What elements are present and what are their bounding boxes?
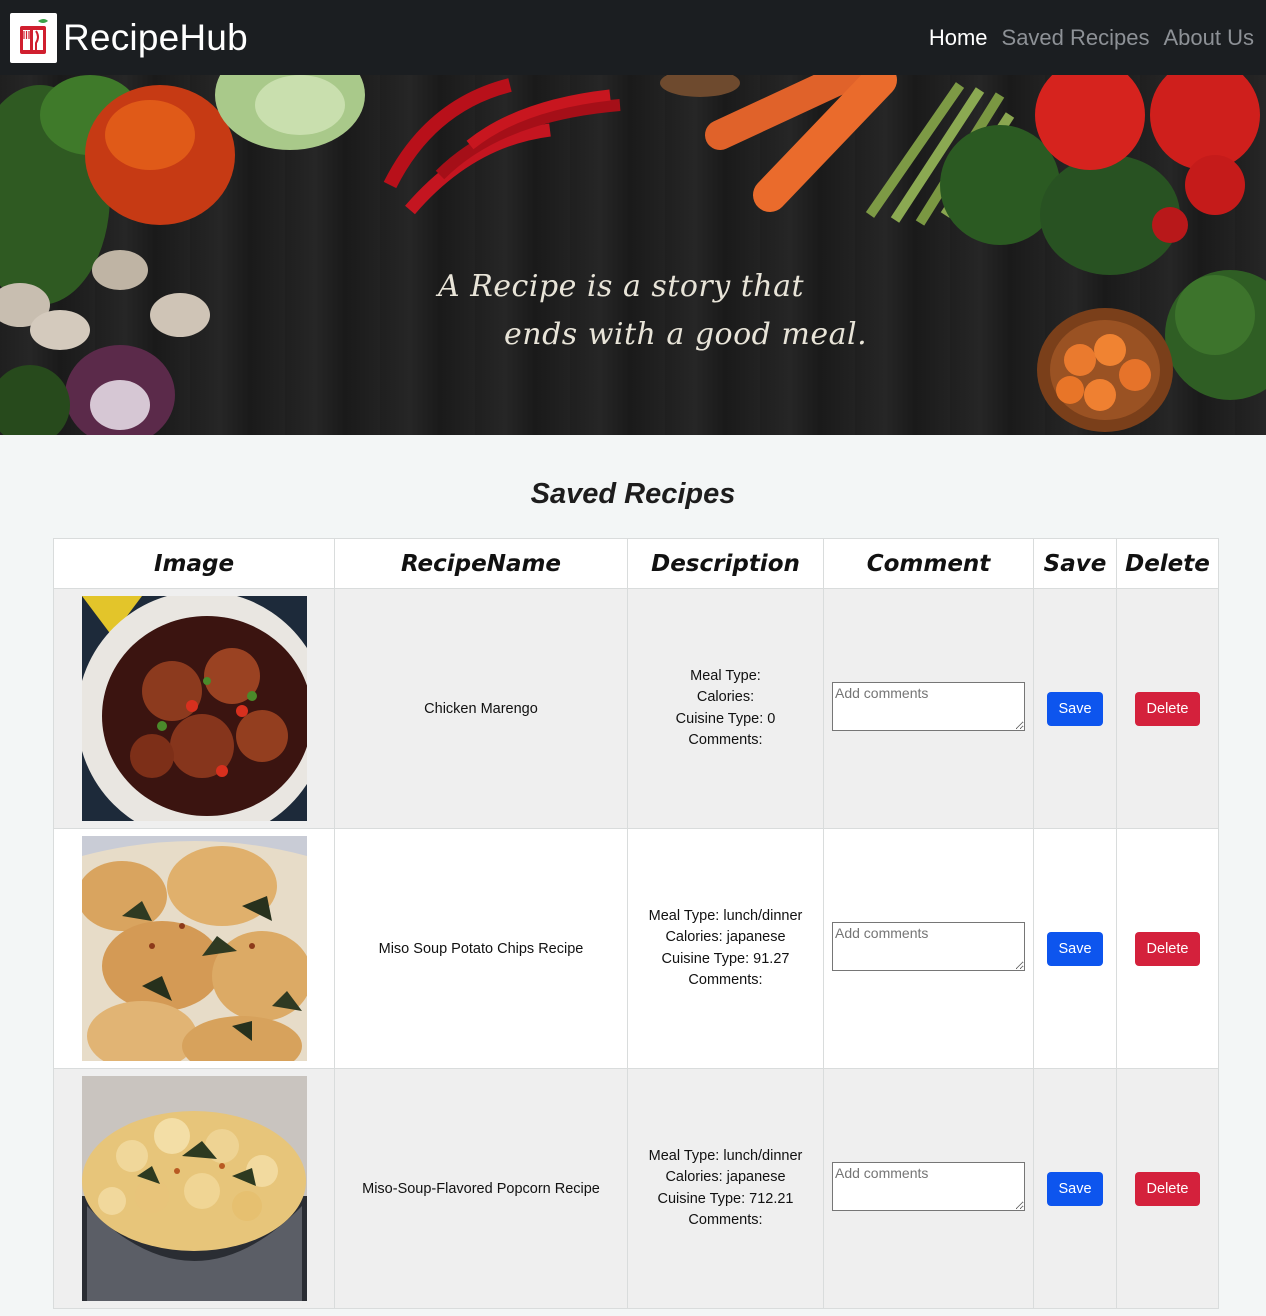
delete-cell: Delete [1116, 828, 1219, 1069]
save-cell: Save [1033, 588, 1117, 829]
saved-recipes-table-wrap: Image RecipeName Description Comment Sav… [53, 538, 1219, 1309]
calories-text: Calories: japanese [665, 929, 786, 945]
calories-text: Calories: [696, 689, 755, 705]
description-cell: Meal Type: lunch/dinner Calories: japane… [627, 1068, 824, 1309]
nav-links: Home Saved Recipes About Us [929, 25, 1254, 51]
delete-button[interactable]: Delete [1135, 1171, 1200, 1206]
comment-textarea[interactable] [832, 682, 1025, 731]
recipe-name-cell: Chicken Marengo [334, 588, 628, 829]
table-row: Miso Soup Potato Chips Recipe Meal Type:… [53, 828, 1219, 1069]
recipe-name-cell: Miso Soup Potato Chips Recipe [334, 828, 628, 1069]
hero-banner: A Recipe is a story that ends with a goo… [0, 75, 1266, 435]
save-cell: Save [1033, 828, 1117, 1069]
saved-recipes-table: Image RecipeName Description Comment Sav… [53, 538, 1219, 1309]
save-button[interactable]: Save [1047, 931, 1103, 966]
save-cell: Save [1033, 1068, 1117, 1309]
header-comment: Comment [823, 538, 1034, 589]
miso-potato-chips-image [81, 836, 307, 1061]
comments-text: Comments: [688, 732, 763, 748]
comment-cell [823, 828, 1034, 1069]
comments-text: Comments: [688, 972, 763, 988]
delete-button[interactable]: Delete [1135, 931, 1200, 966]
header-delete: Delete [1116, 538, 1219, 589]
image-cell [53, 1068, 335, 1309]
cuisine-type-text: Cuisine Type: 0 [675, 710, 776, 727]
save-button[interactable]: Save [1047, 1171, 1103, 1206]
brand[interactable]: RecipeHub [10, 12, 248, 63]
hero-quote-line-1: A Recipe is a story that [438, 269, 805, 304]
header-description: Description [627, 538, 824, 589]
comment-cell [823, 1068, 1034, 1309]
table-row: Miso-Soup-Flavored Popcorn Recipe Meal T… [53, 1068, 1219, 1309]
table-header-row: Image RecipeName Description Comment Sav… [53, 538, 1219, 589]
hero-vegetables-image [0, 75, 1266, 435]
comment-cell [823, 588, 1034, 829]
navbar: RecipeHub Home Saved Recipes About Us [0, 0, 1266, 75]
nav-link-home[interactable]: Home [929, 25, 988, 51]
miso-popcorn-image [81, 1076, 307, 1301]
header-save: Save [1033, 538, 1117, 589]
meal-type-text: Meal Type: lunch/dinner [648, 907, 803, 924]
brand-name: RecipeHub [63, 16, 248, 58]
chicken-marengo-image [81, 596, 307, 821]
calories-text: Calories: japanese [665, 1169, 786, 1185]
comments-text: Comments: [688, 1212, 763, 1228]
image-cell [53, 588, 335, 829]
meal-type-text: Meal Type: [690, 667, 761, 684]
nav-link-about-us[interactable]: About Us [1164, 25, 1255, 51]
nav-link-saved-recipes[interactable]: Saved Recipes [1002, 25, 1150, 51]
delete-cell: Delete [1116, 588, 1219, 829]
comment-textarea[interactable] [832, 1162, 1025, 1211]
cuisine-type-text: Cuisine Type: 712.21 [657, 1190, 794, 1207]
recipehub-logo-icon [10, 12, 57, 63]
recipe-name-cell: Miso-Soup-Flavored Popcorn Recipe [334, 1068, 628, 1309]
section-title: Saved Recipes [530, 478, 736, 510]
description-cell: Meal Type: Calories: Cuisine Type: 0 Com… [627, 588, 824, 829]
description-cell: Meal Type: lunch/dinner Calories: japane… [627, 828, 824, 1069]
comment-textarea[interactable] [832, 922, 1025, 971]
delete-button[interactable]: Delete [1135, 691, 1200, 726]
save-button[interactable]: Save [1047, 691, 1103, 726]
table-row: Chicken Marengo Meal Type: Calories: Cui… [53, 588, 1219, 829]
image-cell [53, 828, 335, 1069]
cuisine-type-text: Cuisine Type: 91.27 [661, 950, 790, 967]
meal-type-text: Meal Type: lunch/dinner [648, 1147, 803, 1164]
header-image: Image [53, 538, 335, 589]
delete-cell: Delete [1116, 1068, 1219, 1309]
header-recipe-name: RecipeName [334, 538, 628, 589]
hero-quote-line-2: ends with a good meal. [504, 317, 868, 352]
